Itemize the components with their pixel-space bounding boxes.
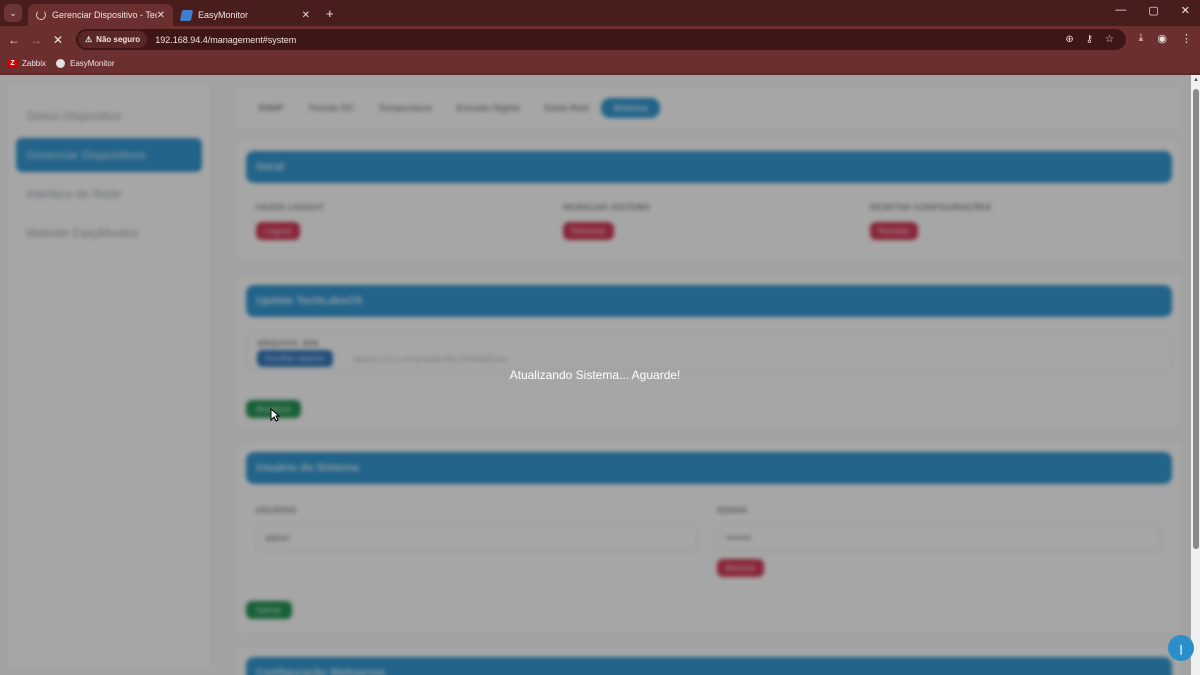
bookmark-label: EasyMonitor — [70, 58, 115, 68]
tab-title: Gerenciar Dispositivo - TechLab — [52, 10, 157, 20]
download-icon[interactable]: ⤓ — [1139, 32, 1144, 45]
tab-list-chevron-icon[interactable]: ⌄ — [4, 4, 22, 22]
tab-title: EasyMonitor — [198, 10, 249, 20]
back-arrow-icon[interactable]: ← — [3, 33, 25, 47]
browser-tab-bar: ⌄ Gerenciar Dispositivo - TechLab ✕ Easy… — [0, 0, 1200, 26]
minimize-icon[interactable]: — — [1115, 4, 1126, 17]
zabbix-icon: Z — [8, 58, 17, 68]
scroll-up-arrow-icon[interactable]: ▲ — [1193, 77, 1199, 83]
maximize-icon[interactable]: ▢ — [1148, 4, 1158, 17]
forward-arrow-icon[interactable]: → — [25, 33, 47, 47]
toolbar-right: ⤓ ◉ ⋮ — [1139, 32, 1192, 45]
scrollbar-thumb[interactable] — [1193, 89, 1199, 549]
omnibox[interactable]: ⚠ Não seguro 192.168.94.4/management#sys… — [76, 29, 1126, 50]
loading-spinner-icon — [36, 10, 46, 20]
security-chip[interactable]: ⚠ Não seguro — [78, 31, 148, 48]
address-bar-row: ← → ✕ ⚠ Não seguro 192.168.94.4/manageme… — [0, 26, 1200, 53]
close-tab-icon[interactable]: ✕ — [302, 10, 310, 21]
bookmarks-bar: Z Zabbix EasyMonitor — [0, 53, 1200, 73]
url-text[interactable]: 192.168.94.4/management#system — [155, 35, 296, 45]
scrollbar[interactable]: ▲ — [1191, 75, 1200, 675]
zoom-icon[interactable]: ⊕ — [1065, 34, 1073, 45]
bookmark-easymonitor[interactable]: EasyMonitor — [56, 58, 115, 68]
bookmark-star-icon[interactable]: ☆ — [1105, 34, 1114, 45]
password-key-icon[interactable]: ⚷ — [1086, 34, 1093, 45]
security-chip-label: Não seguro — [96, 35, 141, 44]
loading-overlay: Atualizando Sistema... Aguarde! — [0, 75, 1200, 675]
window-controls: — ▢ ✕ — [1115, 4, 1190, 17]
stop-loading-icon[interactable]: ✕ — [47, 33, 69, 47]
menu-kebab-icon[interactable]: ⋮ — [1181, 32, 1192, 45]
globe-icon — [56, 58, 66, 68]
close-tab-icon[interactable]: ✕ — [157, 10, 165, 21]
warning-icon: ⚠ — [85, 35, 93, 44]
overlay-message: Atualizando Sistema... Aguarde! — [509, 368, 681, 382]
easymonitor-favicon-icon — [179, 9, 194, 21]
chat-bubble-icon[interactable]: ꞁ — [1168, 635, 1194, 661]
mouse-cursor-icon — [270, 408, 280, 422]
profile-icon[interactable]: ◉ — [1157, 32, 1167, 45]
omnibox-icons: ⊕ ⚷ ☆ — [1065, 34, 1114, 45]
close-window-icon[interactable]: ✕ — [1181, 4, 1190, 17]
browser-tab-gerenciar[interactable]: Gerenciar Dispositivo - TechLab ✕ — [28, 4, 173, 26]
new-tab-button[interactable]: + — [326, 6, 334, 21]
browser-tab-easymonitor[interactable]: EasyMonitor ✕ — [173, 4, 318, 26]
bookmark-zabbix[interactable]: Z Zabbix — [8, 58, 47, 68]
bookmark-label: Zabbix — [22, 58, 47, 68]
